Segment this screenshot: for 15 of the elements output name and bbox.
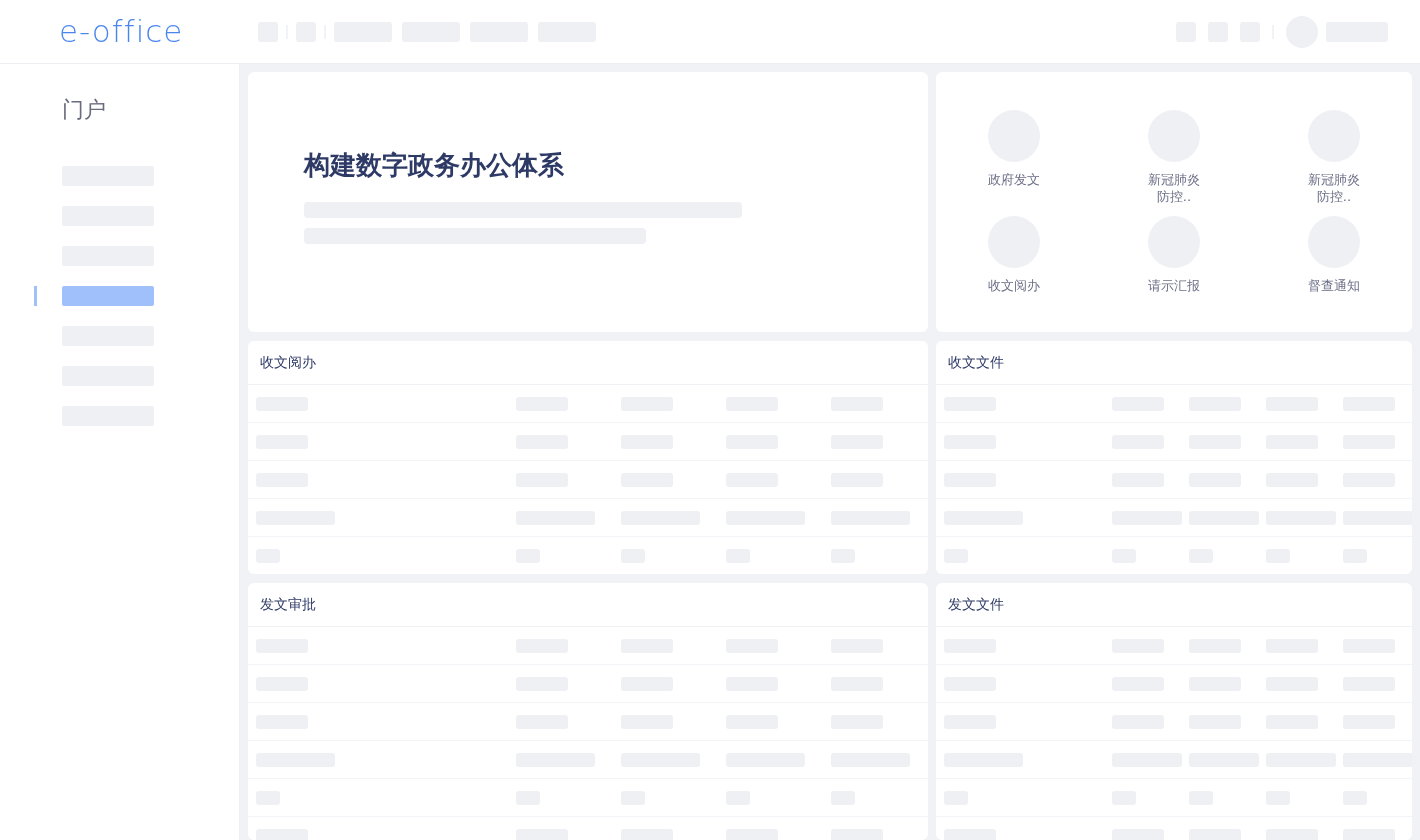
sidebar-title: 门户 — [61, 96, 107, 124]
panel-title: 收文文件 — [948, 353, 1004, 372]
shortcut-label[interactable]: 请示汇报 — [1147, 277, 1201, 294]
panel-title: 发文审批 — [260, 595, 316, 614]
selection-indicator — [34, 286, 37, 306]
logo: e-office — [58, 16, 185, 47]
shortcut-label[interactable]: 政府发文 — [987, 171, 1041, 188]
shortcut-label[interactable]: 新冠肺炎防控.. — [1307, 171, 1361, 205]
sidebar-item[interactable] — [62, 286, 154, 306]
panel-title: 收文阅办 — [260, 353, 316, 372]
banner-title: 构建数字政务办公体系 — [304, 149, 565, 182]
shortcut-label[interactable]: 收文阅办 — [987, 277, 1041, 294]
shortcut-label[interactable]: 新冠肺炎防控.. — [1147, 171, 1201, 205]
shortcut-label[interactable]: 督查通知 — [1307, 277, 1361, 294]
panel-title: 发文文件 — [948, 595, 1004, 614]
